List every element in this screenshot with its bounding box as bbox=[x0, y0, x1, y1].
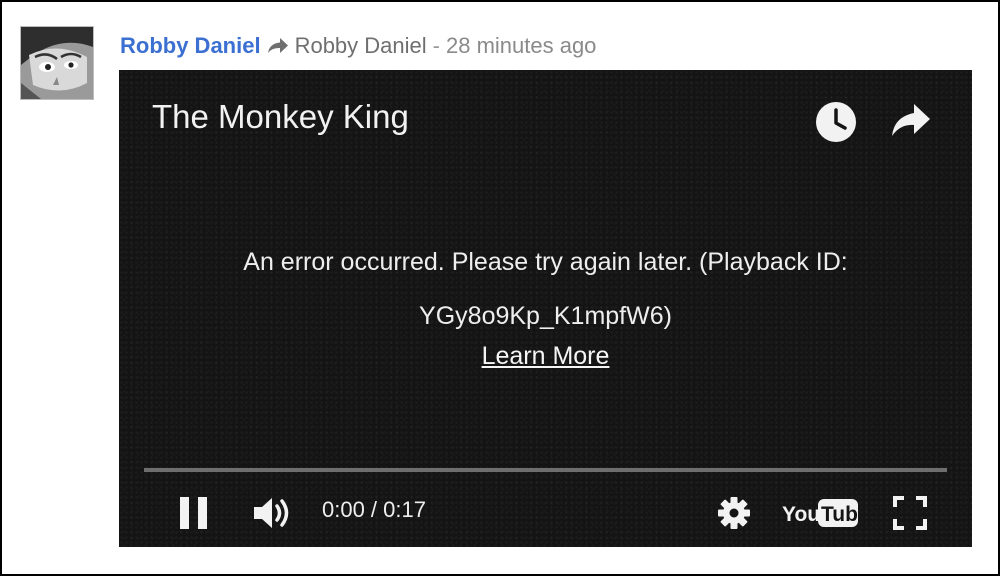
pause-button[interactable] bbox=[177, 494, 211, 537]
time-display: 0:00 / 0:17 bbox=[322, 497, 426, 522]
youtube-logo-tube: Tube bbox=[821, 503, 861, 526]
fullscreen-button[interactable] bbox=[891, 494, 929, 537]
volume-icon bbox=[254, 498, 289, 528]
fullscreen-icon bbox=[893, 496, 927, 530]
post-header: Robby Daniel Robby Daniel - 28 minutes a… bbox=[120, 32, 596, 60]
youtube-logo-you: You bbox=[782, 503, 820, 526]
post-timestamp[interactable]: 28 minutes ago bbox=[446, 33, 596, 59]
share-arrow-icon bbox=[267, 37, 289, 55]
share-target-name[interactable]: Robby Daniel bbox=[295, 33, 427, 59]
settings-button[interactable] bbox=[715, 494, 753, 537]
share-icon[interactable] bbox=[890, 100, 932, 145]
author-name[interactable]: Robby Daniel bbox=[120, 33, 261, 59]
learn-more-link[interactable]: Learn More bbox=[482, 342, 610, 370]
youtube-logo[interactable]: You Tube bbox=[781, 495, 870, 536]
volume-button[interactable] bbox=[251, 494, 295, 537]
avatar-photo bbox=[21, 27, 93, 99]
separator: - bbox=[432, 33, 440, 58]
error-message: An error occurred. Please try again late… bbox=[243, 248, 848, 330]
learn-more-wrapper: Learn More bbox=[119, 342, 972, 371]
gear-icon bbox=[718, 497, 750, 529]
clock-icon[interactable] bbox=[814, 100, 858, 149]
video-player[interactable]: The Monkey King An error occurred. Pleas… bbox=[119, 70, 972, 547]
avatar[interactable] bbox=[20, 26, 94, 100]
video-title[interactable]: The Monkey King bbox=[152, 98, 409, 136]
pause-icon bbox=[180, 497, 207, 529]
progress-bar[interactable] bbox=[144, 468, 947, 472]
post-card: Robby Daniel Robby Daniel - 28 minutes a… bbox=[0, 0, 1000, 576]
